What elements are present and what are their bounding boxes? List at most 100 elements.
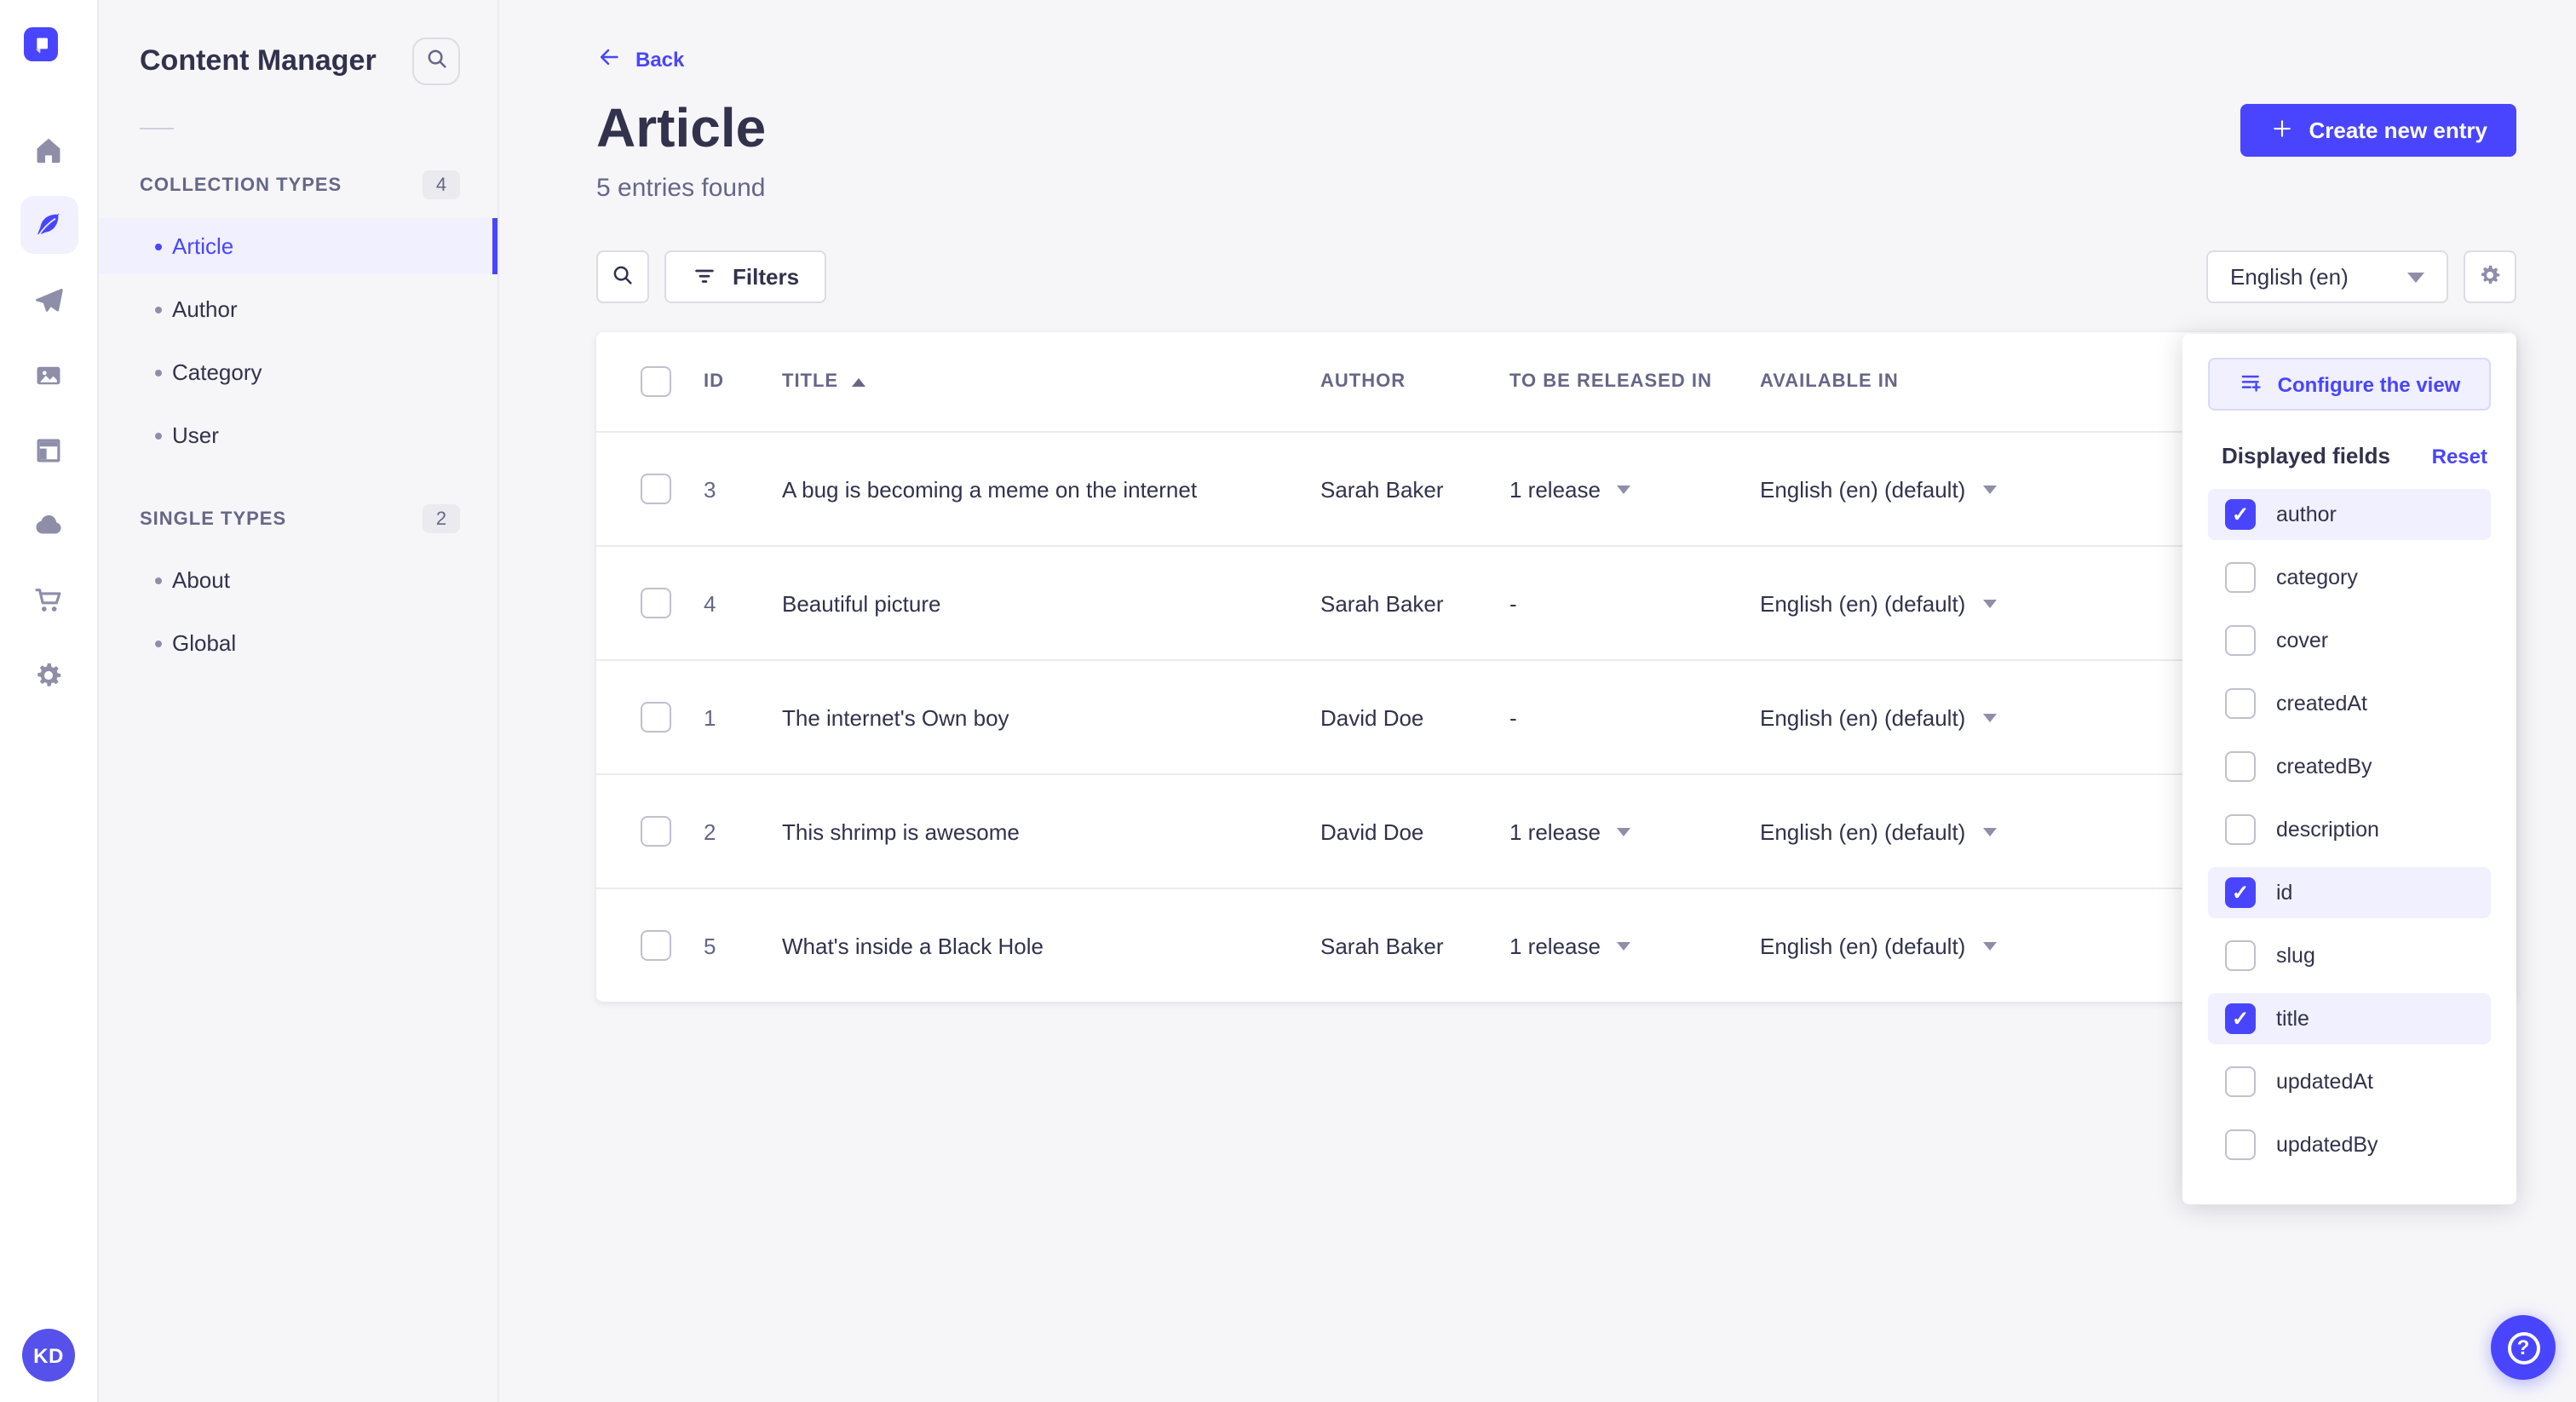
create-new-entry-button[interactable]: Create new entry xyxy=(2240,104,2516,157)
check-icon: ✓ xyxy=(2231,881,2250,905)
strapi-logo[interactable] xyxy=(24,27,58,61)
sidebar-item-about[interactable]: About xyxy=(97,552,497,608)
view-settings-popover: Configure the view Displayed fields Rese… xyxy=(2182,334,2516,1204)
create-new-entry-label: Create new entry xyxy=(2309,118,2487,143)
filters-button[interactable]: Filters xyxy=(664,250,827,303)
cell-author: Sarah Baker xyxy=(1320,476,1444,502)
row-checkbox[interactable]: ✓ xyxy=(641,474,671,504)
column-header-id[interactable]: ID xyxy=(704,371,782,392)
field-row-id[interactable]: ✓ id xyxy=(2208,867,2491,918)
sidebar-item-label: Article xyxy=(172,233,234,259)
rail-button-cloud[interactable] xyxy=(20,496,78,554)
chevron-down-icon[interactable] xyxy=(1982,485,1997,493)
search-button[interactable] xyxy=(596,250,649,303)
chevron-down-icon[interactable] xyxy=(1617,485,1631,493)
sidebar-search-button[interactable] xyxy=(412,37,460,85)
chevron-down-icon[interactable] xyxy=(1982,827,1997,836)
cell-to-be-released-in: 1 release xyxy=(1509,933,1760,958)
row-checkbox[interactable]: ✓ xyxy=(641,702,671,733)
field-checkbox[interactable]: ✓ xyxy=(2225,940,2256,971)
field-row-createdby[interactable]: ✓ createdBy xyxy=(2208,741,2491,792)
field-row-description[interactable]: ✓ description xyxy=(2208,804,2491,855)
field-row-cover[interactable]: ✓ cover xyxy=(2208,615,2491,666)
field-checkbox[interactable]: ✓ xyxy=(2225,688,2256,719)
field-row-updatedby[interactable]: ✓ updatedBy xyxy=(2208,1119,2491,1170)
cell-id: 5 xyxy=(704,933,716,958)
sidebar-item-label: About xyxy=(172,567,230,593)
locale-value: English (en) (default) xyxy=(1760,933,1966,958)
help-button[interactable]: ? xyxy=(2491,1315,2556,1380)
configure-the-view-button[interactable]: Configure the view xyxy=(2208,358,2491,411)
chevron-down-icon[interactable] xyxy=(1617,827,1631,836)
field-label: category xyxy=(2276,566,2358,589)
column-header-title[interactable]: TITLE xyxy=(782,371,1320,392)
locale-select[interactable]: English (en) xyxy=(2206,250,2448,303)
field-checkbox[interactable]: ✓ xyxy=(2225,751,2256,782)
rail-button-releases[interactable] xyxy=(20,271,78,329)
field-row-createdat[interactable]: ✓ createdAt xyxy=(2208,678,2491,729)
rail-button-home[interactable] xyxy=(20,121,78,179)
sidebar-title: Content Manager xyxy=(140,44,377,77)
cell-title: Beautiful picture xyxy=(782,590,941,616)
field-row-author[interactable]: ✓ author xyxy=(2208,489,2491,540)
field-checkbox[interactable]: ✓ xyxy=(2225,625,2256,656)
rail-button-settings[interactable] xyxy=(20,646,78,704)
sidebar-item-category[interactable]: Category xyxy=(97,344,497,400)
section-items: Article Author Category User xyxy=(97,218,497,463)
cell-title: A bug is becoming a meme on the internet xyxy=(782,476,1198,502)
question-mark-icon: ? xyxy=(2507,1331,2539,1364)
cell-to-be-released-in: 1 release xyxy=(1509,819,1760,844)
field-checkbox[interactable]: ✓ xyxy=(2225,562,2256,593)
sidebar-item-user[interactable]: User xyxy=(97,407,497,463)
user-avatar[interactable]: KD xyxy=(22,1329,75,1382)
release-value: - xyxy=(1509,590,1517,616)
back-link[interactable]: Back xyxy=(596,44,684,75)
chevron-down-icon[interactable] xyxy=(1982,713,1997,721)
view-settings-button[interactable] xyxy=(2464,250,2516,303)
cell-author: Sarah Baker xyxy=(1320,590,1444,616)
filter-icon xyxy=(692,261,717,292)
field-checkbox[interactable]: ✓ xyxy=(2225,814,2256,845)
filters-label: Filters xyxy=(733,264,800,290)
select-all-checkbox[interactable]: ✓ xyxy=(641,366,671,397)
cell-to-be-released-in: - xyxy=(1509,704,1760,730)
rail-button-marketplace[interactable] xyxy=(20,571,78,629)
content-type-builder-icon xyxy=(32,434,65,466)
field-label: slug xyxy=(2276,944,2315,968)
chevron-down-icon[interactable] xyxy=(1982,941,1997,950)
column-header-author: AUTHOR xyxy=(1320,371,1406,392)
cell-to-be-released-in: - xyxy=(1509,590,1760,616)
search-icon xyxy=(423,46,449,77)
field-row-slug[interactable]: ✓ slug xyxy=(2208,930,2491,981)
content-manager-icon xyxy=(32,209,65,241)
field-checkbox[interactable]: ✓ xyxy=(2225,1066,2256,1097)
rail-button-content-manager[interactable] xyxy=(20,196,78,254)
row-checkbox[interactable]: ✓ xyxy=(641,588,671,618)
chevron-down-icon[interactable] xyxy=(1982,599,1997,607)
field-checkbox[interactable]: ✓ xyxy=(2225,1003,2256,1034)
field-label: updatedAt xyxy=(2276,1070,2373,1094)
release-value: 1 release xyxy=(1509,476,1601,502)
field-row-updatedat[interactable]: ✓ updatedAt xyxy=(2208,1056,2491,1107)
list-toolbar: Filters English (en) xyxy=(596,250,2516,303)
sidebar-item-article[interactable]: Article xyxy=(97,218,497,274)
chevron-down-icon[interactable] xyxy=(1617,941,1631,950)
marketplace-icon xyxy=(32,583,65,616)
sidebar-item-author[interactable]: Author xyxy=(97,281,497,337)
field-row-title[interactable]: ✓ title xyxy=(2208,993,2491,1044)
reset-button[interactable]: Reset xyxy=(2432,444,2487,468)
bullet-icon xyxy=(155,306,162,313)
field-checkbox[interactable]: ✓ xyxy=(2225,1129,2256,1160)
field-checkbox[interactable]: ✓ xyxy=(2225,877,2256,908)
rail-button-media-library[interactable] xyxy=(20,346,78,404)
active-indicator xyxy=(492,218,497,274)
field-checkbox[interactable]: ✓ xyxy=(2225,499,2256,530)
row-checkbox[interactable]: ✓ xyxy=(641,816,671,847)
settings-icon xyxy=(32,658,65,691)
sidebar-item-global[interactable]: Global xyxy=(97,615,497,671)
row-checkbox[interactable]: ✓ xyxy=(641,930,671,961)
configure-the-view-label: Configure the view xyxy=(2277,372,2461,396)
cell-title: The internet's Own boy xyxy=(782,704,1009,730)
field-row-category[interactable]: ✓ category xyxy=(2208,552,2491,603)
rail-button-content-type-builder[interactable] xyxy=(20,421,78,479)
